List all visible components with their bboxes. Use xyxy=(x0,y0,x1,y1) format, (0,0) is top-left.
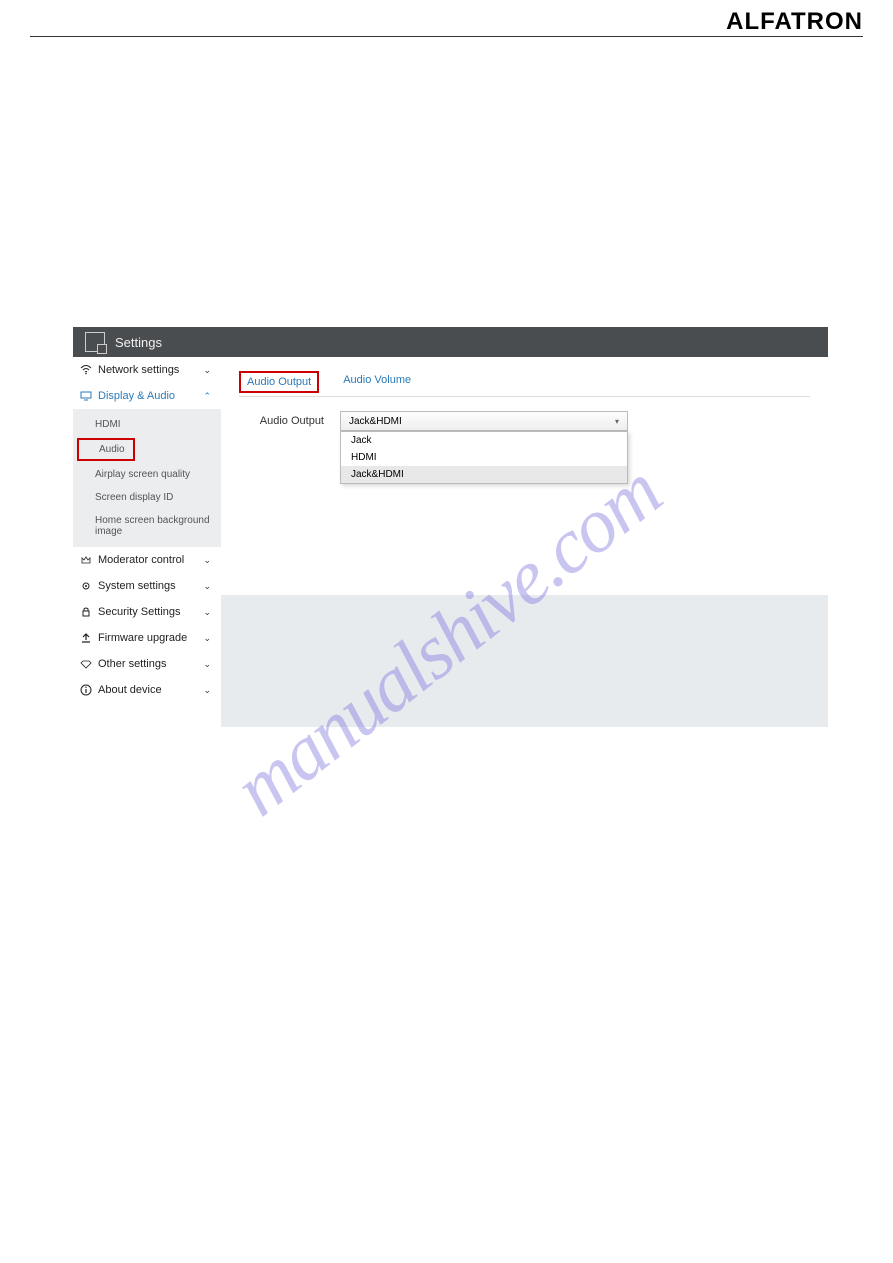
chevron-up-icon: ⌃ xyxy=(203,391,211,402)
sidebar-item-security[interactable]: Security Settings ⌄ xyxy=(73,599,221,625)
audio-output-select[interactable]: Jack&HDMI ▾ xyxy=(340,411,628,431)
chevron-down-icon: ⌄ xyxy=(203,659,211,670)
form-row-audio-output: Audio Output Jack&HDMI ▾ Jack HDMI Jack&… xyxy=(239,411,810,431)
chevron-down-icon: ⌄ xyxy=(203,607,211,618)
nav-label: Display & Audio xyxy=(98,390,175,402)
submenu-item-audio[interactable]: Audio xyxy=(77,438,135,461)
nav-label: Security Settings xyxy=(98,606,181,618)
nav-label: Network settings xyxy=(98,364,179,376)
chevron-down-icon: ⌄ xyxy=(203,365,211,376)
wifi-icon xyxy=(80,364,92,376)
chevron-down-icon: ⌄ xyxy=(203,581,211,592)
lock-icon xyxy=(80,606,92,618)
sidebar-item-system[interactable]: System settings ⌄ xyxy=(73,573,221,599)
chevron-down-icon: ⌄ xyxy=(203,633,211,644)
gear-icon xyxy=(80,580,92,592)
submenu-item-airplay[interactable]: Airplay screen quality xyxy=(73,463,221,486)
crown-icon xyxy=(80,554,92,566)
select-value: Jack&HDMI xyxy=(349,416,402,427)
submenu-display-audio: HDMI Audio Airplay screen quality Screen… xyxy=(73,409,221,547)
nav-label: System settings xyxy=(98,580,176,592)
sidebar-item-moderator[interactable]: Moderator control ⌄ xyxy=(73,547,221,573)
brand-logo: ALFATRON xyxy=(726,8,863,36)
audio-output-dropdown: Jack HDMI Jack&HDMI xyxy=(340,431,628,484)
window-icon xyxy=(85,332,105,352)
caret-down-icon: ▾ xyxy=(615,417,619,426)
nav-label: Moderator control xyxy=(98,554,184,566)
tab-audio-volume[interactable]: Audio Volume xyxy=(337,371,417,389)
sidebar-item-other[interactable]: Other settings ⌄ xyxy=(73,651,221,677)
header-divider xyxy=(30,36,863,37)
nav-label: Firmware upgrade xyxy=(98,632,187,644)
tab-audio-output[interactable]: Audio Output xyxy=(239,371,319,393)
sidebar-item-display-audio[interactable]: Display & Audio ⌃ xyxy=(73,383,221,409)
content-panel: Audio Output Audio Volume Audio Output J… xyxy=(221,357,828,727)
audio-output-select-wrap: Jack&HDMI ▾ Jack HDMI Jack&HDMI xyxy=(340,411,628,431)
chevron-down-icon: ⌄ xyxy=(203,555,211,566)
diamond-icon xyxy=(80,658,92,670)
dropdown-option-jackhdmi[interactable]: Jack&HDMI xyxy=(341,466,627,483)
nav-label: About device xyxy=(98,684,162,696)
upload-icon xyxy=(80,632,92,644)
window-header: Settings xyxy=(73,327,828,357)
submenu-item-screen-id[interactable]: Screen display ID xyxy=(73,486,221,509)
nav-label: Other settings xyxy=(98,658,166,670)
chevron-down-icon: ⌄ xyxy=(203,685,211,696)
monitor-icon xyxy=(80,390,92,402)
info-icon xyxy=(80,684,92,696)
tab-bar: Audio Output Audio Volume xyxy=(239,371,810,397)
submenu-item-background[interactable]: Home screen background image xyxy=(73,509,221,543)
audio-output-label: Audio Output xyxy=(239,415,324,427)
sidebar-item-firmware[interactable]: Firmware upgrade ⌄ xyxy=(73,625,221,651)
dropdown-option-hdmi[interactable]: HDMI xyxy=(341,449,627,466)
sidebar-item-about[interactable]: About device ⌄ xyxy=(73,677,221,703)
dropdown-option-jack[interactable]: Jack xyxy=(341,432,627,449)
settings-window: Settings Network settings ⌄ Display & Au… xyxy=(73,327,828,727)
submenu-item-hdmi[interactable]: HDMI xyxy=(73,413,221,436)
window-title: Settings xyxy=(115,335,162,350)
content-lower-bg xyxy=(221,595,828,727)
sidebar-nav: Network settings ⌄ Display & Audio ⌃ HDM… xyxy=(73,357,221,727)
sidebar-item-network[interactable]: Network settings ⌄ xyxy=(73,357,221,383)
